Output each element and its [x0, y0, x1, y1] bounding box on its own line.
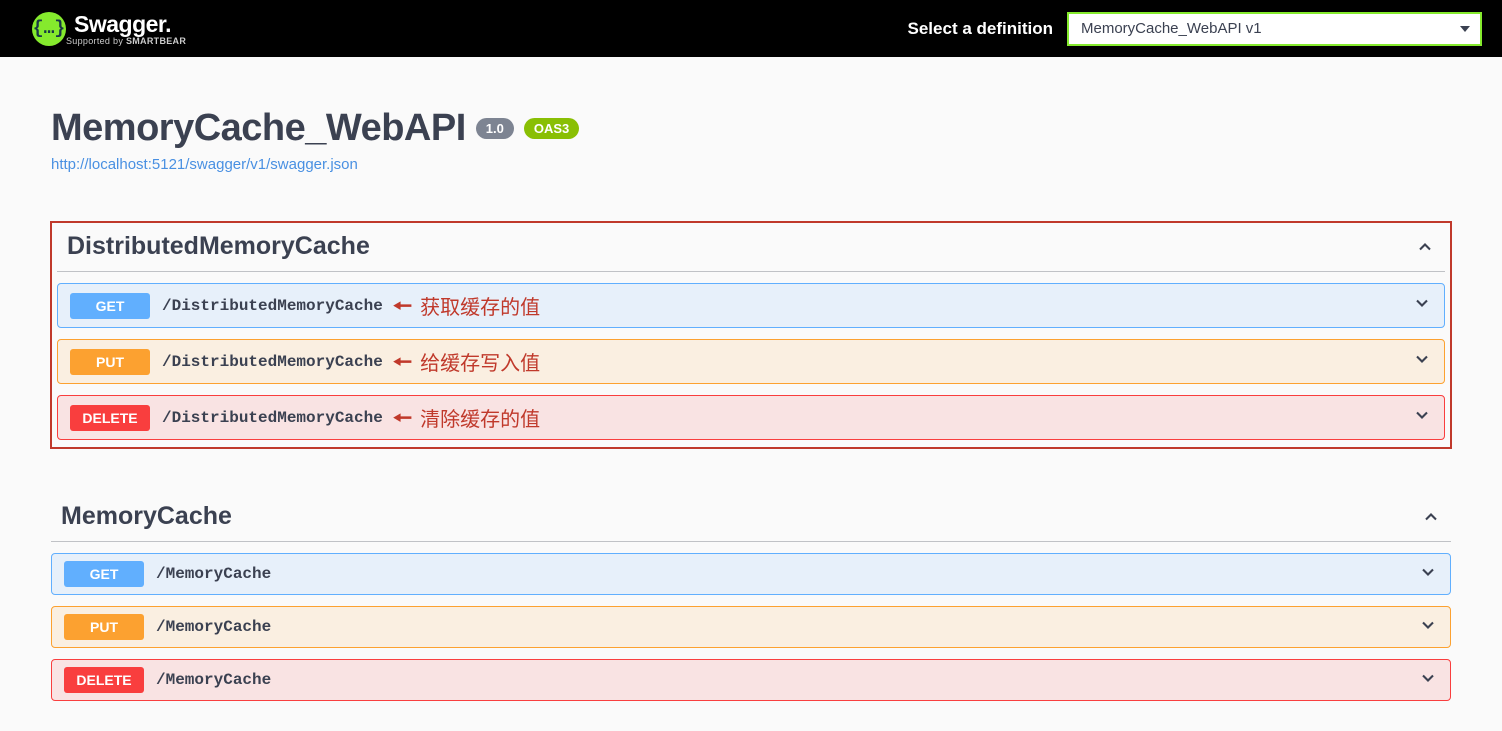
annotation-text: 获取缓存的值: [420, 291, 540, 320]
logo[interactable]: {…} Swagger. Supported by SMARTBEAR: [32, 11, 186, 46]
chevron-down-icon: [1412, 293, 1432, 313]
chevron-up-icon: [1421, 507, 1441, 527]
method-badge-delete: DELETE: [70, 405, 150, 431]
operation-get[interactable]: GET /DistributedMemoryCache 🠔 获取缓存的值: [57, 283, 1445, 328]
annotation: 🠔 清除缓存的值: [393, 403, 540, 432]
api-title: MemoryCache_WebAPI: [51, 107, 466, 150]
operation-path: /DistributedMemoryCache: [162, 409, 383, 427]
spec-url-link[interactable]: http://localhost:5121/swagger/v1/swagger…: [51, 156, 358, 173]
operation-delete[interactable]: DELETE /MemoryCache: [51, 659, 1451, 701]
tag-header[interactable]: DistributedMemoryCache: [57, 226, 1445, 272]
chevron-down-icon: [1418, 615, 1438, 635]
operation-path: /MemoryCache: [156, 565, 271, 583]
method-badge-put: PUT: [70, 349, 150, 375]
logo-subtext: Supported by SMARTBEAR: [66, 36, 186, 46]
chevron-down-icon: [1418, 668, 1438, 688]
arrow-left-icon: 🠔: [393, 407, 412, 429]
logo-text: Swagger.: [74, 11, 186, 38]
operation-path: /MemoryCache: [156, 618, 271, 636]
definition-select[interactable]: MemoryCache_WebAPI v1: [1067, 12, 1482, 46]
oas-badge: OAS3: [524, 118, 579, 139]
chevron-up-icon: [1415, 237, 1435, 257]
method-badge-put: PUT: [64, 614, 144, 640]
method-badge-delete: DELETE: [64, 667, 144, 693]
annotation: 🠔 获取缓存的值: [393, 291, 540, 320]
annotation: 🠔 给缓存写入值: [393, 347, 540, 376]
chevron-down-icon: [1412, 405, 1432, 425]
operation-path: /DistributedMemoryCache: [162, 353, 383, 371]
main-container: MemoryCache_WebAPI 1.0 OAS3 http://local…: [31, 57, 1471, 731]
operation-put[interactable]: PUT /DistributedMemoryCache 🠔 给缓存写入值: [57, 339, 1445, 384]
method-badge-get: GET: [70, 293, 150, 319]
definition-select-wrap: MemoryCache_WebAPI v1: [1067, 12, 1482, 46]
definition-selector: Select a definition MemoryCache_WebAPI v…: [908, 12, 1482, 46]
tag-header[interactable]: MemoryCache: [51, 496, 1451, 542]
arrow-left-icon: 🠔: [393, 295, 412, 317]
operation-put[interactable]: PUT /MemoryCache: [51, 606, 1451, 648]
swagger-icon: {…}: [32, 12, 66, 46]
chevron-down-icon: [1412, 349, 1432, 369]
operation-path: /DistributedMemoryCache: [162, 297, 383, 315]
tag-section-distributedmemorycache: DistributedMemoryCache GET /DistributedM…: [51, 222, 1451, 448]
annotation-text: 清除缓存的值: [420, 403, 540, 432]
method-badge-get: GET: [64, 561, 144, 587]
tag-name: DistributedMemoryCache: [67, 232, 370, 261]
tag-name: MemoryCache: [61, 502, 232, 531]
tag-section-memorycache: MemoryCache GET /MemoryCache PUT /Memory…: [51, 496, 1451, 701]
api-header: MemoryCache_WebAPI 1.0 OAS3 http://local…: [51, 107, 1451, 174]
operation-path: /MemoryCache: [156, 671, 271, 689]
arrow-left-icon: 🠔: [393, 351, 412, 373]
definition-label: Select a definition: [908, 19, 1053, 39]
version-badge: 1.0: [476, 118, 514, 139]
topbar: {…} Swagger. Supported by SMARTBEAR Sele…: [0, 0, 1502, 57]
chevron-down-icon: [1418, 562, 1438, 582]
annotation-text: 给缓存写入值: [420, 347, 540, 376]
operation-delete[interactable]: DELETE /DistributedMemoryCache 🠔 清除缓存的值: [57, 395, 1445, 440]
operation-get[interactable]: GET /MemoryCache: [51, 553, 1451, 595]
